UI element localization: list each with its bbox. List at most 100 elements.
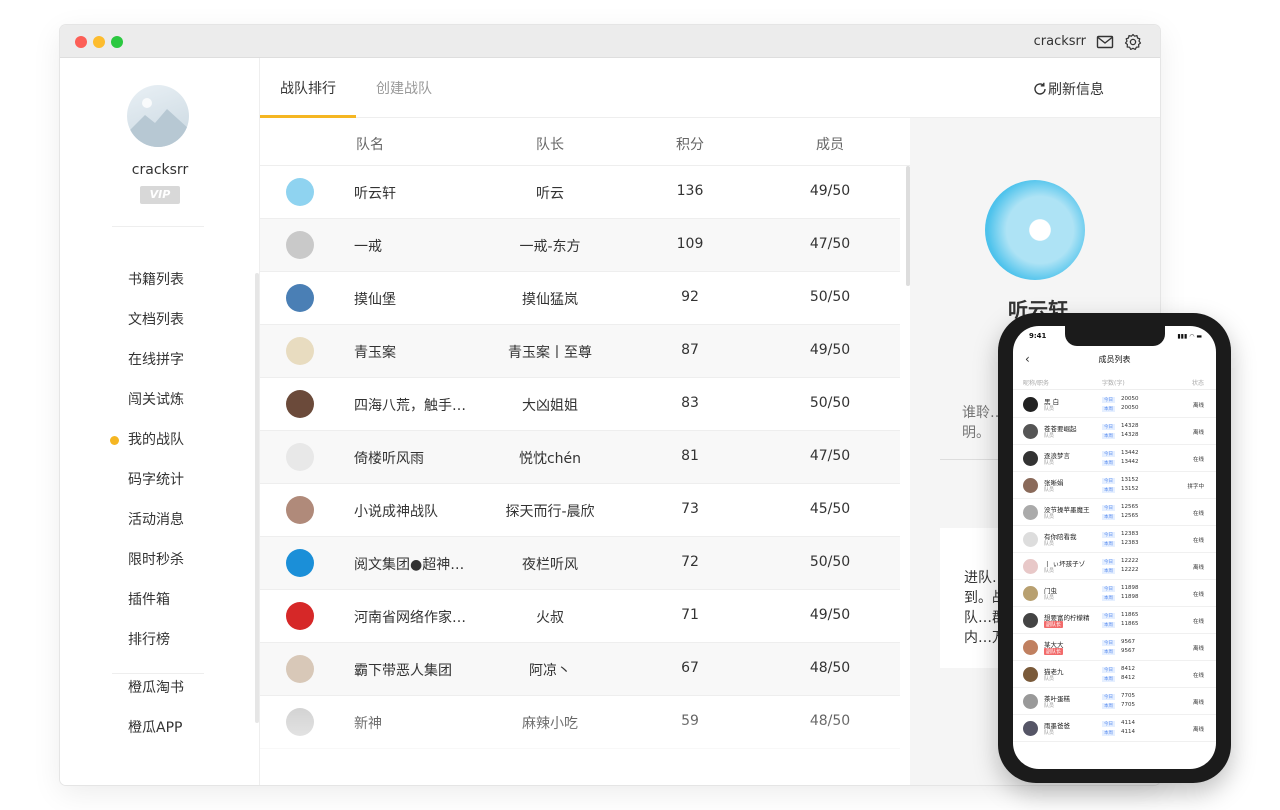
member-row[interactable]: 茶叶蛋糕 队员 今日 7705 本周 7705 离线 [1013, 688, 1216, 715]
members-cell: 49/50 [809, 607, 851, 623]
member-row[interactable]: 没节操苹墨魔王 队员 今日 12565 本周 12565 在线 [1013, 499, 1216, 526]
week-words: 11898 [1121, 594, 1139, 600]
member-role: 队员 [1044, 541, 1055, 547]
today-label: 今日 [1102, 397, 1115, 403]
week-words: 9567 [1121, 648, 1135, 654]
title-bar: cracksrr [60, 25, 1160, 58]
sidebar-item-book-shop[interactable]: 橙瓜淘书 [60, 678, 260, 718]
captain-cell: 夜栏听风 [522, 557, 578, 573]
week-label: 本周 [1102, 406, 1115, 412]
table-row[interactable]: 河南省网络作家… 火叔 71 49/50 [260, 590, 900, 643]
team-name-cell: 阅文集团●超神… [354, 557, 465, 573]
column-members: 成员 [816, 137, 844, 153]
sidebar-divider [112, 226, 204, 227]
gear-icon[interactable] [1124, 33, 1142, 51]
maximize-window-button[interactable] [111, 36, 123, 48]
today-label: 今日 [1102, 559, 1115, 565]
member-row[interactable]: 猫老九 队员 今日 8412 本周 8412 在线 [1013, 661, 1216, 688]
member-state: 在线 [1192, 592, 1204, 598]
week-words: 12222 [1121, 567, 1139, 573]
sidebar-item-leaderboard[interactable]: 排行榜 [60, 630, 260, 670]
points-cell: 109 [676, 236, 704, 252]
member-row[interactable]: 想要富的柠檬精 副队长 今日 11865 本周 11865 在线 [1013, 607, 1216, 634]
mail-icon[interactable] [1096, 33, 1114, 51]
member-state: 在线 [1192, 511, 1204, 517]
tab-bar: 战队排行 创建战队 刷新信息 [260, 58, 1160, 118]
today-words: 7705 [1121, 693, 1135, 699]
team-name-cell: 听云轩 [354, 186, 396, 202]
week-label: 本周 [1102, 433, 1115, 439]
table-row[interactable]: 青玉案 青玉案丨至尊 87 49/50 [260, 325, 900, 378]
member-row[interactable]: 苍苍要崛起 队员 今日 14328 本周 14328 离线 [1013, 418, 1216, 445]
members-cell: 49/50 [809, 183, 851, 199]
table-row[interactable]: 四海八荒，触手… 大凶姐姐 83 50/50 [260, 378, 900, 431]
sidebar-item-label: 文档列表 [128, 312, 184, 328]
table-row[interactable]: 倚楼听风雨 悦忱chén 81 47/50 [260, 431, 900, 484]
refresh-button[interactable]: 刷新信息 [1033, 79, 1104, 99]
today-words: 12222 [1121, 558, 1139, 564]
minimize-window-button[interactable] [93, 36, 105, 48]
today-label: 今日 [1102, 451, 1115, 457]
table-row[interactable]: 新神 麻辣小吃 59 48/50 [260, 696, 900, 749]
captain-cell: 一戒-东方 [519, 239, 581, 255]
captain-cell: 听云 [536, 186, 564, 202]
sidebar-item-word-stats[interactable]: 码字统计 [60, 470, 260, 510]
team-avatar-small [286, 178, 314, 206]
team-avatar-small [286, 337, 314, 365]
team-name-cell: 四海八荒，触手… [354, 398, 466, 414]
members-cell: 50/50 [809, 554, 851, 570]
today-label: 今日 [1102, 694, 1115, 700]
tab-create-team[interactable]: 创建战队 [376, 78, 432, 98]
table-row[interactable]: 听云轩 听云 136 49/50 [260, 166, 900, 219]
sidebar-item-label: 限时秒杀 [128, 552, 184, 568]
team-avatar-small [286, 284, 314, 312]
member-row[interactable]: 有你陪看我 队员 今日 12383 本周 12383 在线 [1013, 526, 1216, 553]
points-cell: 72 [681, 554, 699, 570]
sidebar-item-challenge[interactable]: 闯关试炼 [60, 390, 260, 430]
table-row[interactable]: 摸仙堡 摸仙猛岚 92 50/50 [260, 272, 900, 325]
sidebar-item-app[interactable]: 橙瓜APP [60, 718, 260, 758]
sidebar-item-my-team[interactable]: 我的战队 [60, 430, 260, 470]
member-state: 离线 [1192, 727, 1204, 733]
table-row[interactable]: 一戒 一戒-东方 109 47/50 [260, 219, 900, 272]
member-row[interactable]: 某大大 副队长 今日 9567 本周 9567 离线 [1013, 634, 1216, 661]
table-row[interactable]: 小说成神战队 探天而行-晨欣 73 45/50 [260, 484, 900, 537]
member-row[interactable]: 黑 白队员 今日 20050 本周 20050 离线 [1013, 391, 1216, 418]
today-words: 9567 [1121, 639, 1135, 645]
points-cell: 59 [681, 713, 699, 729]
member-state: 在线 [1192, 457, 1204, 463]
points-cell: 136 [676, 183, 704, 199]
team-name-cell: 新神 [354, 716, 382, 732]
table-row[interactable]: 阅文集团●超神… 夜栏听风 72 50/50 [260, 537, 900, 590]
sidebar-scrollbar[interactable] [255, 273, 259, 723]
sidebar-item-online-typing[interactable]: 在线拼字 [60, 350, 260, 390]
week-words: 12383 [1121, 540, 1139, 546]
member-avatar [1023, 478, 1038, 493]
member-row[interactable]: 丨 ぃ坏孩子ゾ 队员 今日 12222 本周 12222 离线 [1013, 553, 1216, 580]
tab-team-ranking[interactable]: 战队排行 [280, 78, 336, 98]
member-role: 队员 [1044, 595, 1055, 601]
table-row[interactable]: 霸下带恶人集团 阿凉丶 67 48/50 [260, 643, 900, 696]
member-row[interactable]: 逐浪梦言 队员 今日 13442 本周 13442 在线 [1013, 445, 1216, 472]
today-words: 8412 [1121, 666, 1135, 672]
sidebar-item-label: 橙瓜淘书 [128, 680, 184, 696]
member-row[interactable]: 门虫 队员 今日 11898 本周 11898 在线 [1013, 580, 1216, 607]
sidebar-item-events[interactable]: 活动消息 [60, 510, 260, 550]
member-row[interactable]: 张晰娟 队员 今日 13152 本周 13152 拼字中 [1013, 472, 1216, 499]
sidebar-item-flash-sale[interactable]: 限时秒杀 [60, 550, 260, 590]
team-avatar-small [286, 602, 314, 630]
week-label: 本周 [1102, 487, 1115, 493]
captain-cell: 摸仙猛岚 [522, 292, 578, 308]
table-header: 队名 队长 积分 成员 [260, 118, 910, 166]
week-words: 14328 [1121, 432, 1139, 438]
close-window-button[interactable] [75, 36, 87, 48]
today-words: 14328 [1121, 423, 1139, 429]
user-avatar[interactable] [127, 85, 189, 147]
sidebar-item-books[interactable]: 书籍列表 [60, 270, 260, 310]
member-row[interactable]: 雨墨爸爸 队员 今日 4114 本周 4114 离线 [1013, 715, 1216, 742]
sidebar-item-docs[interactable]: 文档列表 [60, 310, 260, 350]
captain-cell: 青玉案丨至尊 [508, 345, 592, 361]
sidebar-item-plugins[interactable]: 插件箱 [60, 590, 260, 630]
today-label: 今日 [1102, 721, 1115, 727]
members-cell: 49/50 [809, 342, 851, 358]
